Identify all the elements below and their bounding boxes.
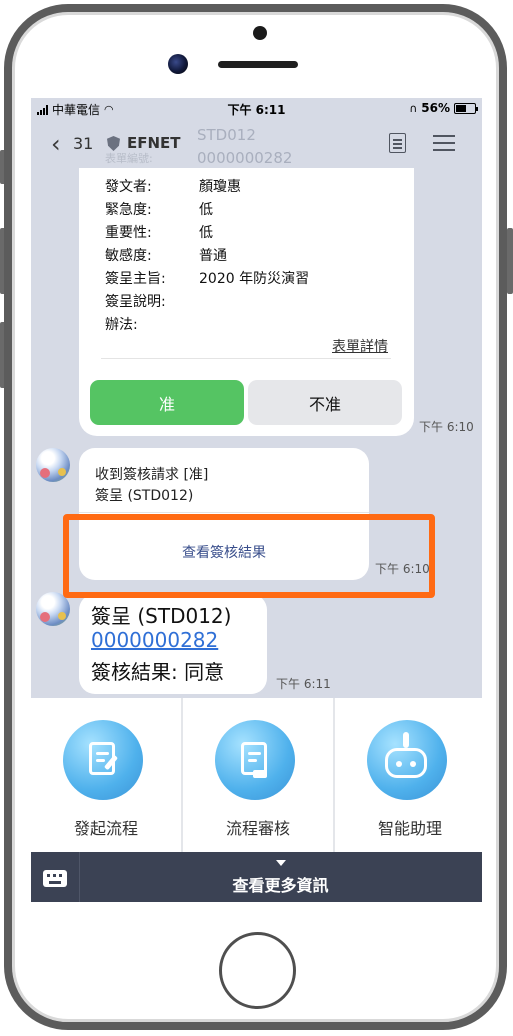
power-button: [507, 228, 513, 294]
phone-screen: 中華電信 ◠ 下午 6:11 ∩ 56% ‹ 31 EFNET STD012 表…: [31, 98, 482, 902]
result-form-code: 簽呈 (STD012): [91, 604, 232, 628]
form-field-label: 簽呈主旨:: [105, 271, 166, 287]
message-timestamp: 下午 6:11: [276, 677, 331, 691]
stamp-document-icon: [215, 720, 295, 800]
approval-form-card: 發文者: 顏瓊惠 緊急度: 低 重要性: 低 敏感度: 普通 簽呈主旨: 202…: [79, 168, 414, 436]
battery-icon: [454, 102, 478, 114]
robot-icon: [367, 720, 447, 800]
form-field-value: 低: [199, 202, 213, 218]
form-field-method: 辦法:: [105, 314, 138, 334]
caret-down-icon: [276, 860, 286, 866]
request-form-code: 簽呈 (STD012): [95, 488, 194, 504]
action-label: 發起流程: [73, 819, 138, 838]
shield-icon: [107, 136, 120, 151]
home-button[interactable]: [219, 932, 296, 1009]
more-info-bar[interactable]: 查看更多資訊: [31, 852, 482, 902]
result-form-number-link[interactable]: 0000000282: [91, 628, 218, 652]
form-field-value: 低: [199, 225, 213, 241]
form-field-label: 發文者:: [105, 179, 152, 195]
highlight-annotation: [63, 514, 435, 598]
divider: [101, 358, 391, 359]
form-detail-link[interactable]: 表單詳情: [332, 336, 388, 356]
ghost-form-label: 表單編號:: [105, 152, 153, 165]
form-field-label: 辦法:: [105, 317, 138, 333]
form-field-label: 緊急度:: [105, 202, 152, 218]
form-field-sensitivity: 敏感度: 普通: [105, 245, 227, 265]
divider: [79, 512, 369, 513]
keyboard-icon[interactable]: [43, 870, 67, 887]
battery-percent: 56%: [421, 101, 450, 115]
form-field-value: 2020 年防災演習: [199, 271, 310, 287]
action-label: 智能助理: [377, 819, 442, 838]
ghost-form-code: STD012: [197, 126, 256, 144]
smart-assistant-action[interactable]: 智能助理: [333, 698, 482, 852]
form-field-description: 簽呈說明:: [105, 291, 166, 311]
form-field-value: 普通: [199, 248, 227, 264]
process-review-action[interactable]: 流程審核: [181, 698, 331, 852]
status-right: ∩ 56%: [409, 101, 478, 115]
note-icon[interactable]: [389, 133, 406, 153]
front-camera: [168, 54, 188, 74]
unread-count[interactable]: 31: [73, 134, 93, 153]
form-field-urgency: 緊急度: 低: [105, 199, 213, 219]
approval-result-card: 簽呈 (STD012) 0000000282 簽核結果: 同意: [79, 594, 267, 694]
proximity-sensor: [253, 26, 267, 40]
chat-header: ‹ 31 EFNET STD012 表單編號: 0000000282: [31, 120, 482, 168]
request-title: 收到簽核請求 [准]: [95, 467, 209, 483]
menu-icon[interactable]: [433, 134, 455, 152]
form-field-label: 敏感度:: [105, 248, 152, 264]
form-field-importance: 重要性: 低: [105, 222, 213, 242]
back-chevron-icon[interactable]: ‹: [51, 130, 61, 158]
form-field-label: 簽呈說明:: [105, 294, 166, 310]
reject-button[interactable]: 不准: [248, 380, 402, 425]
earpiece-speaker: [218, 61, 298, 68]
headphones-icon: ∩: [409, 101, 418, 115]
quick-action-panel: 發起流程 流程審核 智能助理: [31, 698, 482, 852]
status-bar: 中華電信 ◠ 下午 6:11 ∩ 56%: [31, 98, 482, 118]
start-process-action[interactable]: 發起流程: [31, 698, 181, 852]
bot-avatar[interactable]: [36, 448, 70, 482]
ghost-form-number: 0000000282: [197, 149, 293, 167]
form-field-label: 重要性:: [105, 225, 152, 241]
message-timestamp: 下午 6:10: [419, 420, 474, 434]
form-field-sender: 發文者: 顏瓊惠: [105, 176, 241, 196]
form-field-subject: 簽呈主旨: 2020 年防災演習: [105, 268, 309, 288]
more-info-label: 查看更多資訊: [232, 876, 329, 895]
edit-document-icon: [63, 720, 143, 800]
result-status: 簽核結果: 同意: [91, 660, 225, 684]
approve-button[interactable]: 准: [90, 380, 244, 425]
action-label: 流程審核: [225, 819, 290, 838]
form-field-value: 顏瓊惠: [199, 179, 241, 195]
